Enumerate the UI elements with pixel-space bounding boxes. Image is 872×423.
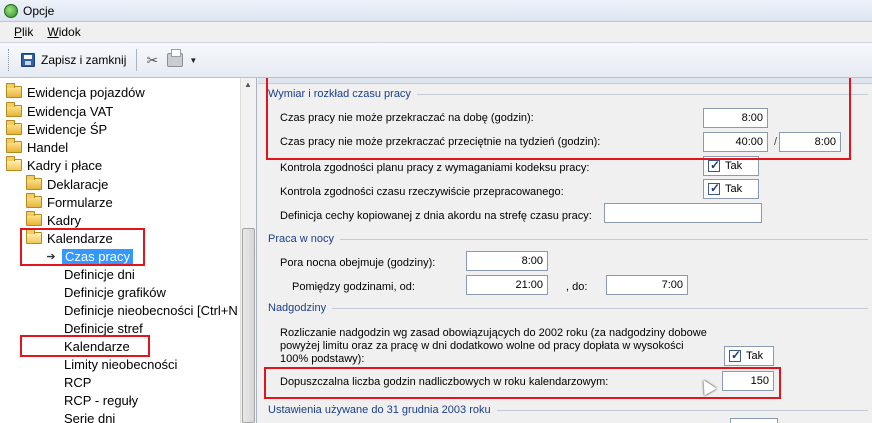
title-bar: Opcje (0, 0, 872, 22)
options-tree: Ewidencja pojazdów Ewidencja VAT Ewidenc… (0, 78, 257, 423)
tree-item-label: Definicje grafików (64, 284, 166, 300)
tree-item-serie-dni[interactable]: Serie dni (64, 409, 115, 423)
tree-item-deklaracje[interactable]: Deklaracje (26, 175, 108, 193)
pora-nocna-label: Pora nocna obejmuje (godziny): (280, 257, 436, 269)
checkbox-checked-icon[interactable] (729, 348, 741, 362)
od-input[interactable]: 21:00 (466, 275, 548, 295)
tree-item-kadry[interactable]: Kadry (26, 211, 81, 229)
highlight-kalendarze-czas-pracy (20, 228, 145, 266)
folder-icon (26, 193, 42, 208)
tree-item-label: Deklaracje (47, 176, 109, 192)
print-dropdown-arrow-icon[interactable]: ▼ (189, 56, 197, 65)
tree-item-label: Serie dni (64, 410, 116, 423)
window-title: Opcje (23, 3, 55, 18)
kontrola-planu-value: Tak (725, 160, 743, 172)
tree-item-definicje-dni[interactable]: Definicje dni (64, 265, 135, 283)
tree-item-label: Kadry i płace (27, 157, 103, 173)
toolbar: Zapisz i zamknij ✂ ▼ (0, 42, 872, 78)
tree-item-ewidencja-pojazdow[interactable]: Ewidencja pojazdów (6, 83, 145, 101)
cecha-label: Definicja cechy kopiowanej z dnia akordu… (280, 210, 592, 222)
tree-item-definicje-grafikow[interactable]: Definicje grafików (64, 283, 166, 301)
rozliczanie-label-line2: powyżej limitu oraz za pracę w dni dodat… (280, 340, 684, 352)
checkbox-checked-icon[interactable] (708, 181, 720, 195)
rozliczanie-label-line1: Rozliczanie nadgodzin wg zasad obowiązuj… (280, 327, 707, 339)
app-icon (4, 3, 18, 18)
menu-bar: Plik Widok (0, 22, 872, 42)
tree-item-label: Handel (27, 139, 69, 155)
cecha-input[interactable] (604, 203, 762, 223)
tree-item-ewidencja-vat[interactable]: Ewidencja VAT (6, 102, 113, 120)
folder-icon (26, 211, 42, 226)
tree-item-kadry-i-place[interactable]: Kadry i płace (6, 156, 102, 174)
tree-item-handel[interactable]: Handel (6, 138, 68, 156)
tree-item-label: Ewidencja VAT (27, 103, 114, 119)
tree-item-label: Definicje nieobecności [Ctrl+N (64, 302, 238, 318)
menu-plik[interactable]: Plik (14, 25, 33, 39)
kontrola-czasu-value: Tak (725, 183, 743, 195)
do-input[interactable]: 7:00 (606, 275, 688, 295)
tree-item-ewidencje-sp[interactable]: Ewidencje ŚP (6, 120, 107, 138)
tree-item-rcp[interactable]: RCP (64, 373, 91, 391)
tree-item-formularze[interactable]: Formularze (26, 193, 113, 211)
tree-item-label: Ewidencje ŚP (27, 121, 108, 137)
tree-item-label: Definicje stref (64, 320, 143, 336)
highlight-kalendarze (20, 335, 150, 357)
pomiedzy-label: Pomiędzy godzinami, od: (292, 281, 415, 293)
folder-icon (26, 175, 42, 190)
save-and-close-button[interactable]: Zapisz i zamknij (17, 48, 130, 72)
scroll-up-arrow-icon[interactable]: ▲ (244, 80, 252, 89)
tree-item-label: RCP (64, 374, 92, 390)
tree-scrollbar[interactable]: ▲ (240, 78, 256, 423)
rozliczanie-checkbox[interactable]: Tak (724, 346, 774, 366)
save-icon (21, 53, 35, 67)
tree-item-label: Kadry (47, 212, 81, 228)
settings-panel: Wymiar i rozkład czasu pracy Czas pracy … (258, 78, 872, 423)
folder-icon (6, 83, 22, 98)
highlight-dopuszczalna (264, 367, 781, 399)
ustawienia-input-partial[interactable] (730, 418, 778, 423)
tree-item-definicje-nieobecnosci[interactable]: Definicje nieobecności [Ctrl+N (64, 301, 238, 319)
rozliczanie-value: Tak (746, 350, 764, 362)
menu-widok[interactable]: Widok (47, 25, 80, 39)
tree-item-label: Limity nieobecności (64, 356, 178, 372)
folder-open-icon (6, 156, 22, 171)
folder-icon (6, 138, 22, 153)
kontrola-czasu-checkbox[interactable]: Tak (703, 179, 759, 199)
kontrola-czasu-label: Kontrola zgodności czasu rzeczywiście pr… (280, 186, 564, 198)
print-icon[interactable] (167, 49, 184, 67)
kontrola-planu-label: Kontrola zgodności planu pracy z wymagan… (280, 162, 590, 174)
folder-icon (6, 120, 22, 135)
tree-item-label: Formularze (47, 194, 113, 210)
toolbar-grip[interactable] (8, 49, 11, 71)
section-noc-heading: Praca w nocy (268, 233, 868, 245)
rozliczanie-label-line3: 100% podstawy): (280, 353, 365, 365)
toolbar-separator (136, 49, 138, 71)
section-nadgodziny-heading: Nadgodziny (268, 302, 868, 314)
save-and-close-label: Zapisz i zamknij (41, 53, 127, 67)
checkbox-checked-icon[interactable] (708, 158, 720, 172)
tree-item-label: RCP - reguły (64, 392, 139, 408)
tools-icon[interactable]: ✂ (143, 51, 161, 69)
folder-icon (6, 102, 22, 117)
pora-nocna-input[interactable]: 8:00 (466, 251, 548, 271)
section-ustawienia-heading: Ustawienia używane do 31 grudnia 2003 ro… (268, 404, 868, 416)
tree-item-label: Definicje dni (64, 266, 135, 282)
scrollbar-thumb[interactable] (242, 228, 255, 423)
tree-item-limity-nieobecnosci[interactable]: Limity nieobecności (64, 355, 177, 373)
tree-item-rcp-reguly[interactable]: RCP - reguły (64, 391, 138, 409)
do-label: , do: (566, 281, 588, 293)
highlight-wymiar (266, 78, 851, 160)
tree-item-label: Ewidencja pojazdów (27, 84, 145, 100)
